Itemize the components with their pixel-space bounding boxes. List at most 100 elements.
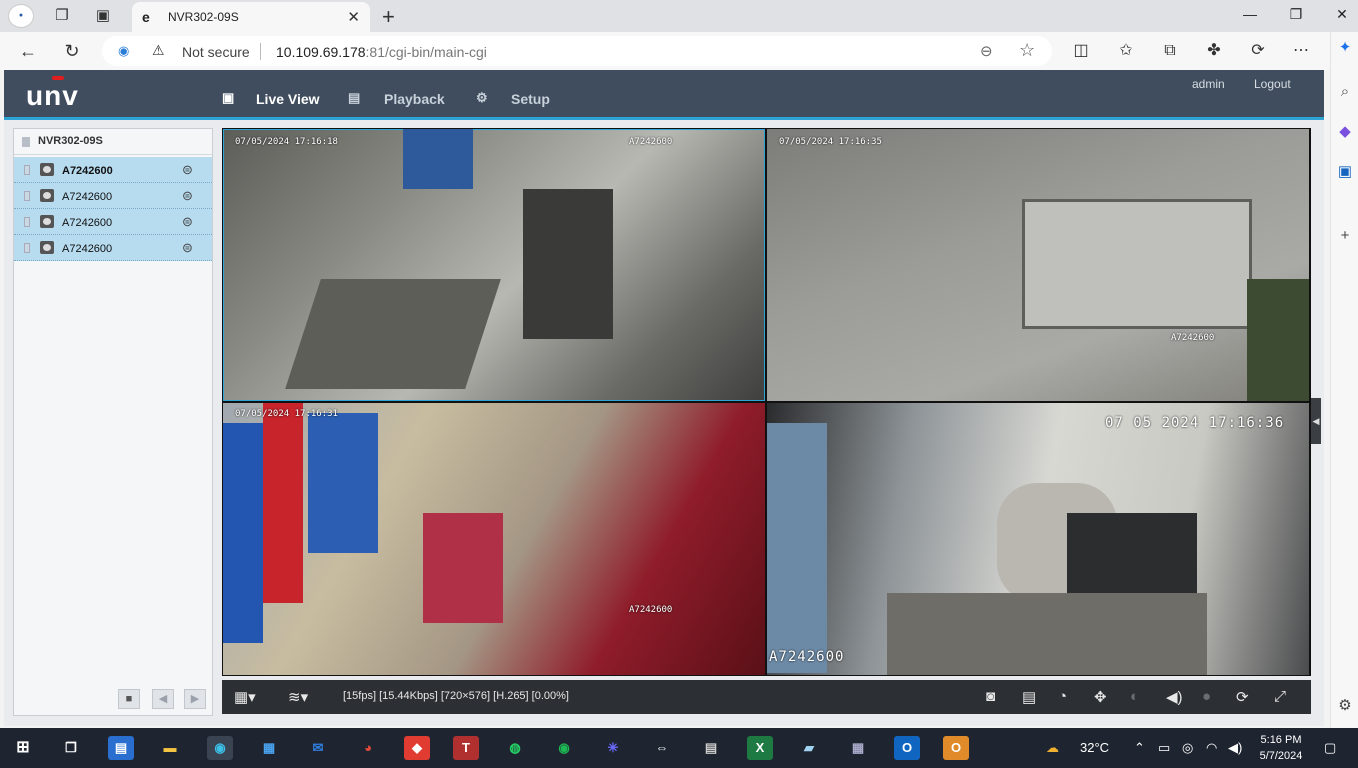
speaker-icon[interactable]: ◀) xyxy=(1228,740,1242,756)
notepad-icon[interactable]: ▰ xyxy=(796,736,822,760)
outlook-icon[interactable]: O xyxy=(894,736,920,760)
tile-timestamp: 07/05/2024 17:16:31 xyxy=(235,409,338,419)
teamviewer-icon[interactable]: ⇔ xyxy=(649,736,675,760)
3d-zoom-icon[interactable]: ⟳ xyxy=(1236,688,1249,706)
back-button[interactable]: ← xyxy=(17,40,39,62)
add-sidebar-app-icon[interactable]: + xyxy=(1335,226,1355,246)
calculator-icon[interactable]: ▦ xyxy=(845,736,871,760)
notification-icon[interactable]: ▢ xyxy=(1324,740,1336,756)
ptz-icon[interactable]: ⊜ xyxy=(182,162,193,178)
excel-icon[interactable]: X xyxy=(747,736,773,760)
url-text[interactable]: 10.109.69.178:81/cgi-bin/main-cgi xyxy=(276,44,487,60)
video-tile[interactable]: 07 05 2024 17:16:36 A7242600 xyxy=(767,403,1309,675)
app-icon[interactable]: ✳ xyxy=(600,736,626,760)
ptz-control-icon[interactable]: ✥ xyxy=(1094,688,1107,706)
weather-temp[interactable]: 32°C xyxy=(1080,740,1109,755)
ptz-icon[interactable]: ⊜ xyxy=(182,188,193,204)
workspaces-icon[interactable]: ❐ xyxy=(52,6,72,26)
extensions-icon[interactable]: ✤ xyxy=(1203,40,1225,62)
restore-button[interactable]: ❐ xyxy=(1286,6,1306,23)
camera-item[interactable]: A7242600 ⊜ xyxy=(14,157,212,183)
store-icon[interactable]: ▦ xyxy=(256,736,282,760)
more-menu-icon[interactable]: ⋯ xyxy=(1290,40,1312,62)
sidebar-settings-icon[interactable]: ⚙ xyxy=(1335,696,1355,716)
document-icon[interactable]: ▤ xyxy=(698,736,724,760)
new-tab-button[interactable]: + xyxy=(382,4,395,30)
chevron-up-icon[interactable]: ⌃ xyxy=(1134,740,1145,756)
camera-tray-icon[interactable]: ◎ xyxy=(1182,740,1193,756)
camera-item[interactable]: A7242600 ⊜ xyxy=(14,209,212,235)
drag-handle[interactable] xyxy=(24,243,30,253)
file-explorer-icon[interactable]: ▬ xyxy=(157,736,183,760)
ie-reload-icon[interactable]: ⟳ xyxy=(1247,40,1269,62)
ptz-icon[interactable]: ⊜ xyxy=(182,240,193,256)
video-tile[interactable]: 07/05/2024 17:16:31 A7242600 xyxy=(223,403,765,675)
collections-icon[interactable]: ⧉ xyxy=(1159,40,1181,62)
clock-date: 5/7/2024 xyxy=(1259,750,1303,762)
device-root[interactable]: NVR302-09S xyxy=(14,129,212,155)
address-bar[interactable]: ◉ ⚠ Not secure 10.109.69.178:81/cgi-bin/… xyxy=(102,36,1052,66)
drag-handle[interactable] xyxy=(24,217,30,227)
task-view-icon[interactable]: ❒ xyxy=(58,736,84,760)
collapse-panel-button[interactable]: ◀ xyxy=(1311,398,1321,444)
minimize-button[interactable]: — xyxy=(1240,6,1260,22)
close-window-button[interactable]: ✕ xyxy=(1332,6,1352,23)
battery-icon[interactable]: ▭ xyxy=(1158,740,1170,756)
tile-timestamp: 07/05/2024 17:16:35 xyxy=(779,137,882,147)
spotify-icon[interactable]: ◉ xyxy=(551,736,577,760)
drag-handle[interactable] xyxy=(24,191,30,201)
record-clip-icon[interactable]: ▤ xyxy=(1022,688,1036,706)
headset-icon[interactable]: ◔ xyxy=(1058,688,1067,705)
clock-time: 5:16 PM xyxy=(1260,734,1302,746)
tab-actions-icon[interactable]: ▣ xyxy=(93,6,113,26)
tab-close-button[interactable]: ✕ xyxy=(347,8,360,26)
prev-page-button[interactable]: ◀ xyxy=(152,689,174,709)
fullscreen-icon[interactable]: ⤢ xyxy=(1274,688,1286,705)
video-tile[interactable]: 07/05/2024 17:16:18 A7242600 xyxy=(223,129,765,401)
scene-shape xyxy=(285,279,501,389)
volume-icon[interactable]: ◀) xyxy=(1166,688,1183,706)
scene-shape xyxy=(308,413,378,553)
drag-handle[interactable] xyxy=(24,165,30,175)
copilot-icon[interactable]: ✦ xyxy=(1335,38,1355,58)
tools-icon[interactable]: ◆ xyxy=(1335,122,1355,142)
app-icon[interactable]: ▤ xyxy=(108,736,134,760)
layout-grid-icon[interactable]: ▦▾ xyxy=(234,688,256,706)
outlook-active-icon[interactable]: O xyxy=(943,736,969,760)
camera-icon xyxy=(40,241,54,254)
wifi-icon[interactable]: ◠ xyxy=(1206,740,1217,756)
favorites-icon[interactable]: ✩ xyxy=(1115,40,1137,62)
search-icon[interactable]: ⌕ xyxy=(1335,82,1355,102)
split-screen-icon[interactable]: ◫ xyxy=(1070,40,1092,62)
whatsapp-icon[interactable]: ◍ xyxy=(502,736,528,760)
microphone-icon[interactable]: ● xyxy=(1202,688,1211,705)
camera-item[interactable]: A7242600 ⊜ xyxy=(14,235,212,261)
ie-mode-icon: ◉ xyxy=(118,43,130,58)
camera-label: A7242600 xyxy=(62,191,113,203)
mail-icon[interactable]: ✉ xyxy=(305,736,331,760)
snapshot-icon[interactable]: ◙ xyxy=(986,688,995,705)
tally-icon[interactable]: T xyxy=(453,736,479,760)
profile-avatar[interactable]: ● xyxy=(8,4,34,28)
ptz-icon[interactable]: ⊜ xyxy=(182,214,193,230)
camera-label: A7242600 xyxy=(62,217,113,229)
browser-tab[interactable]: e NVR302-09S ✕ xyxy=(132,2,370,32)
digital-zoom-icon[interactable]: ◐ xyxy=(1130,688,1139,705)
start-icon[interactable]: ⊞ xyxy=(10,736,36,760)
system-clock[interactable]: 5:16 PM 5/7/2024 xyxy=(1256,732,1306,764)
chrome-icon[interactable]: ◕ xyxy=(355,736,381,760)
security-label[interactable]: Not secure xyxy=(182,44,250,60)
logout-link[interactable]: Logout xyxy=(1254,77,1291,91)
tile-timestamp: 07 05 2024 17:16:36 xyxy=(1105,415,1285,431)
zoom-icon[interactable]: ⊖ xyxy=(980,42,993,60)
edge-icon[interactable]: ◉ xyxy=(207,736,233,760)
video-tile[interactable]: 07/05/2024 17:16:35 A7242600 xyxy=(767,129,1309,401)
anydesk-icon[interactable]: ◆ xyxy=(404,736,430,760)
camera-item[interactable]: A7242600 ⊜ xyxy=(14,183,212,209)
refresh-button[interactable]: ↻ xyxy=(61,40,83,62)
favorite-star-icon[interactable]: ☆ xyxy=(1019,40,1035,61)
next-page-button[interactable]: ▶ xyxy=(184,689,206,709)
outlook-icon[interactable]: ▣ xyxy=(1335,162,1355,182)
stream-select-icon[interactable]: ≋▾ xyxy=(288,688,308,706)
stop-all-button[interactable]: ■ xyxy=(118,689,140,709)
